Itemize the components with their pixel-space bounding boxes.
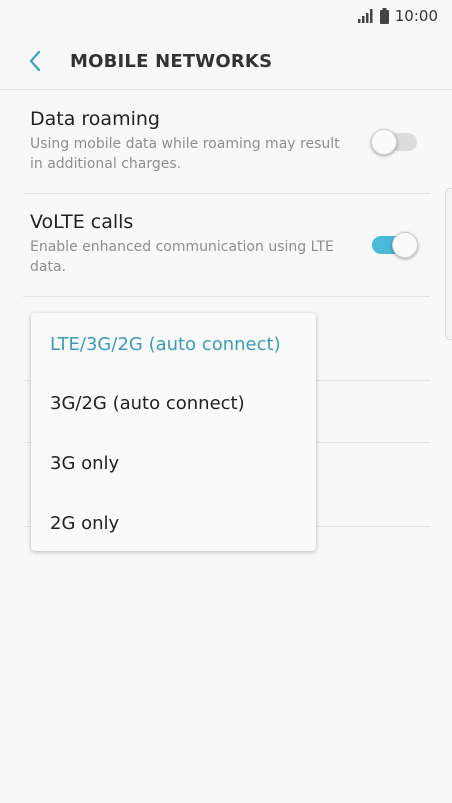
setting-title: VoLTE calls [30,211,134,233]
setting-volte-calls[interactable]: VoLTE calls Enable enhanced communicatio… [30,211,430,277]
page-title: MOBILE NETWORKS [70,50,273,72]
option-lte-3g-2g[interactable]: LTE/3G/2G (auto connect) [31,313,316,373]
row-divider [23,296,430,297]
volte-calls-toggle[interactable] [372,232,418,258]
option-3g-only[interactable]: 3G only [31,433,316,493]
setting-data-roaming[interactable]: Data roaming Using mobile data while roa… [30,108,430,174]
status-bar: 10:00 [0,0,452,32]
scrollbar[interactable] [445,188,452,340]
battery-icon [379,8,389,24]
status-time: 10:00 [394,7,438,25]
header-divider [0,89,452,90]
toggle-knob [392,232,418,258]
setting-description: Enable enhanced communication using LTE … [30,239,334,275]
toggle-knob [371,129,397,155]
setting-description: Using mobile data while roaming may resu… [30,136,340,172]
row-divider [23,193,430,194]
signal-icon [357,9,374,23]
header: MOBILE NETWORKS [0,32,452,90]
option-2g-only[interactable]: 2G only [31,493,316,553]
option-3g-2g[interactable]: 3G/2G (auto connect) [31,373,316,433]
network-mode-dropdown: LTE/3G/2G (auto connect) 3G/2G (auto con… [31,313,316,551]
back-button[interactable] [18,44,52,78]
data-roaming-toggle[interactable] [371,129,417,155]
setting-title: Data roaming [30,108,160,130]
chevron-left-icon [29,50,41,72]
